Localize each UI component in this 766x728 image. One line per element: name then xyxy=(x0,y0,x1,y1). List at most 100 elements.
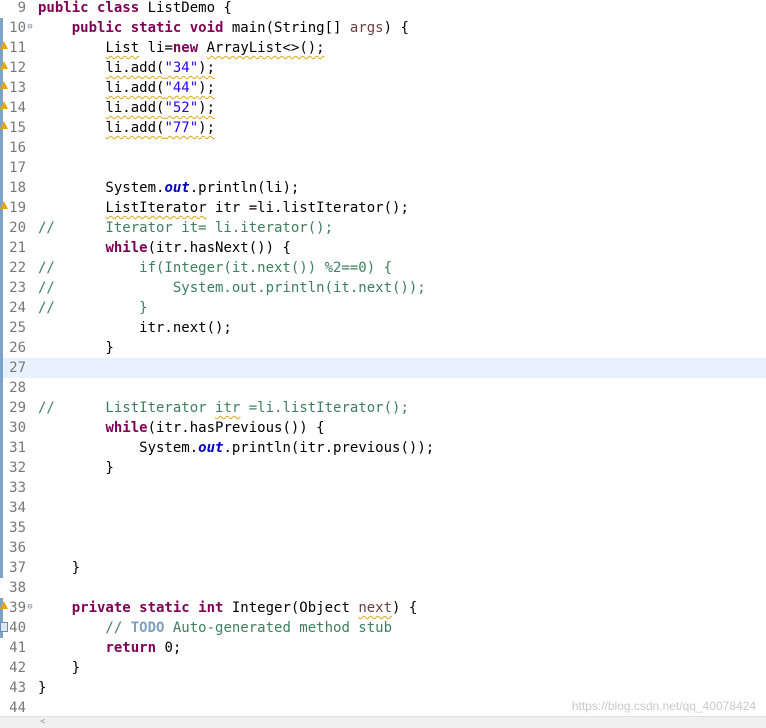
code-text[interactable]: } xyxy=(38,558,80,578)
code-text[interactable]: // ListIterator itr =li.listIterator(); xyxy=(38,398,409,418)
line-gutter[interactable]: 43 xyxy=(0,678,36,698)
line-gutter[interactable]: 42 xyxy=(0,658,36,678)
line-gutter[interactable]: 9 xyxy=(0,0,36,18)
line-gutter[interactable]: 17 xyxy=(0,158,36,178)
code-line[interactable]: 10 ⊖ public static void main(String[] arg… xyxy=(0,18,766,38)
code-line[interactable]: 34 xyxy=(0,498,766,518)
line-gutter[interactable]: 39 ⊖ xyxy=(0,598,36,618)
code-text[interactable]: } xyxy=(38,458,113,478)
code-line[interactable]: 32 } xyxy=(0,458,766,478)
code-line[interactable]: 11 List li=new ArrayList<>(); xyxy=(0,38,766,58)
code-line[interactable]: 15 li.add("77"); xyxy=(0,118,766,138)
code-line[interactable]: 27 xyxy=(0,358,766,378)
code-text[interactable]: System.out.println(li); xyxy=(38,178,299,198)
code-text[interactable]: // TODO Auto-generated method stub xyxy=(38,618,392,638)
code-text[interactable]: li.add("44"); xyxy=(38,78,215,98)
code-text[interactable]: ListIterator itr =li.listIterator(); xyxy=(38,198,408,218)
code-line[interactable]: 25 itr.next(); xyxy=(0,318,766,338)
line-gutter[interactable]: 41 xyxy=(0,638,36,658)
code-text[interactable]: itr.next(); xyxy=(38,318,232,338)
code-text[interactable]: li.add("52"); xyxy=(38,98,215,118)
code-line[interactable]: 29 // ListIterator itr =li.listIterator()… xyxy=(0,398,766,418)
code-line[interactable]: 41 return 0; xyxy=(0,638,766,658)
code-line[interactable]: 12 li.add("34"); xyxy=(0,58,766,78)
line-gutter[interactable]: 38 xyxy=(0,578,36,598)
code-text[interactable]: public static void main(String[] args) { xyxy=(38,18,409,38)
fold-toggle-icon[interactable]: ⊖ xyxy=(26,23,34,32)
fold-toggle-icon[interactable]: ⊖ xyxy=(26,603,34,612)
line-gutter[interactable]: 32 xyxy=(0,458,36,478)
code-line[interactable]: 36 xyxy=(0,538,766,558)
code-line[interactable]: 18 System.out.println(li); xyxy=(0,178,766,198)
line-gutter[interactable]: 10 ⊖ xyxy=(0,18,36,38)
code-text[interactable]: return 0; xyxy=(38,638,181,658)
code-line[interactable]: 35 xyxy=(0,518,766,538)
code-text[interactable]: // Iterator it= li.iterator(); xyxy=(38,218,333,238)
code-line[interactable]: 13 li.add("44"); xyxy=(0,78,766,98)
code-line[interactable]: 30 while(itr.hasPrevious()) { xyxy=(0,418,766,438)
code-line[interactable]: 40 // TODO Auto-generated method stub xyxy=(0,618,766,638)
line-gutter[interactable]: 21 xyxy=(0,238,36,258)
line-gutter[interactable]: 14 xyxy=(0,98,36,118)
code-text[interactable]: // if(Integer(it.next()) %2==0) { xyxy=(38,258,392,278)
line-gutter[interactable]: 22 xyxy=(0,258,36,278)
code-line[interactable]: 14 li.add("52"); xyxy=(0,98,766,118)
line-gutter[interactable]: 44 xyxy=(0,698,36,718)
code-line[interactable]: 28 xyxy=(0,378,766,398)
code-line[interactable]: 19 ListIterator itr =li.listIterator(); xyxy=(0,198,766,218)
code-text[interactable]: while(itr.hasPrevious()) { xyxy=(38,418,324,438)
code-line[interactable]: 38 xyxy=(0,578,766,598)
code-line[interactable]: 43} xyxy=(0,678,766,698)
code-line[interactable]: 9 public class ListDemo { xyxy=(0,0,766,18)
code-line[interactable]: 42 } xyxy=(0,658,766,678)
line-gutter[interactable]: 28 xyxy=(0,378,36,398)
horizontal-scrollbar[interactable]: < xyxy=(0,716,766,728)
line-gutter[interactable]: 30 xyxy=(0,418,36,438)
code-text[interactable]: li.add("34"); xyxy=(38,58,215,78)
line-gutter[interactable]: 36 xyxy=(0,538,36,558)
code-text[interactable]: List li=new ArrayList<>(); xyxy=(38,38,324,58)
code-text[interactable]: public class ListDemo { xyxy=(38,0,232,18)
line-gutter[interactable]: 20 xyxy=(0,218,36,238)
line-gutter[interactable]: 24 xyxy=(0,298,36,318)
code-line[interactable]: 21 while(itr.hasNext()) { xyxy=(0,238,766,258)
code-editor[interactable]: 9 public class ListDemo {10 ⊖ public stati… xyxy=(0,0,766,716)
line-gutter[interactable]: 15 xyxy=(0,118,36,138)
code-line[interactable]: 22 // if(Integer(it.next()) %2==0) { xyxy=(0,258,766,278)
line-gutter[interactable]: 31 xyxy=(0,438,36,458)
line-gutter[interactable]: 27 xyxy=(0,358,36,378)
code-text[interactable]: System.out.println(itr.previous()); xyxy=(38,438,434,458)
line-gutter[interactable]: 13 xyxy=(0,78,36,98)
code-line[interactable]: 33 xyxy=(0,478,766,498)
scroll-left-arrow-icon[interactable]: < xyxy=(40,717,45,728)
code-text[interactable]: li.add("77"); xyxy=(38,118,215,138)
code-line[interactable]: 16 xyxy=(0,138,766,158)
line-gutter[interactable]: 18 xyxy=(0,178,36,198)
code-text[interactable]: } xyxy=(38,678,46,698)
line-gutter[interactable]: 26 xyxy=(0,338,36,358)
line-gutter[interactable]: 37 xyxy=(0,558,36,578)
code-line[interactable]: 26 } xyxy=(0,338,766,358)
code-line[interactable]: 37 } xyxy=(0,558,766,578)
code-line[interactable]: 31 System.out.println(itr.previous()); xyxy=(0,438,766,458)
line-gutter[interactable]: 34 xyxy=(0,498,36,518)
line-gutter[interactable]: 16 xyxy=(0,138,36,158)
code-line[interactable]: 17 xyxy=(0,158,766,178)
code-line[interactable]: 24 // } xyxy=(0,298,766,318)
code-line[interactable]: 23 // System.out.println(it.next()); xyxy=(0,278,766,298)
code-text[interactable]: } xyxy=(38,658,80,678)
line-gutter[interactable]: 11 xyxy=(0,38,36,58)
code-text[interactable]: private static int Integer(Object next) … xyxy=(38,598,418,618)
code-text[interactable]: while(itr.hasNext()) { xyxy=(38,238,290,258)
line-gutter[interactable]: 25 xyxy=(0,318,36,338)
line-gutter[interactable]: 40 xyxy=(0,618,36,638)
code-line[interactable]: 39 ⊖ private static int Integer(Object ne… xyxy=(0,598,766,618)
code-text[interactable]: // System.out.println(it.next()); xyxy=(38,278,426,298)
line-gutter[interactable]: 33 xyxy=(0,478,36,498)
code-text[interactable]: } xyxy=(38,338,113,358)
code-text[interactable]: // } xyxy=(38,298,148,318)
line-gutter[interactable]: 12 xyxy=(0,58,36,78)
code-line[interactable]: 20 // Iterator it= li.iterator(); xyxy=(0,218,766,238)
line-gutter[interactable]: 29 xyxy=(0,398,36,418)
line-gutter[interactable]: 35 xyxy=(0,518,36,538)
